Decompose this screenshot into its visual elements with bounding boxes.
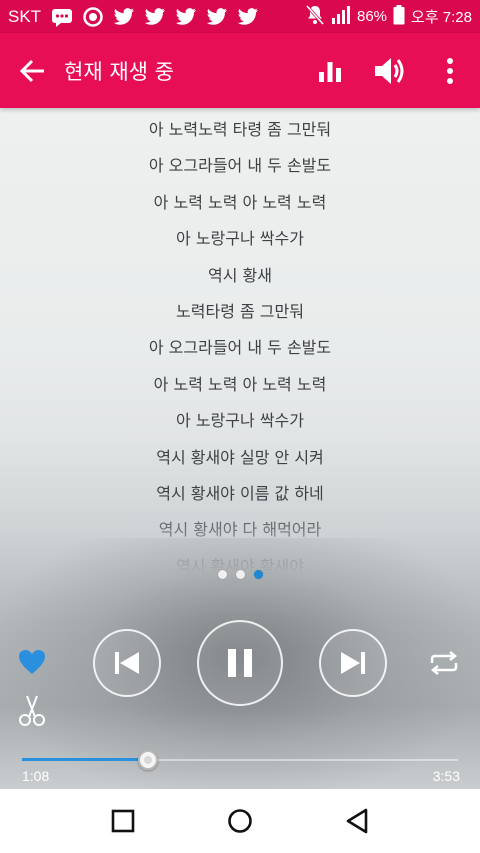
home-circle-icon (228, 809, 252, 833)
back-nav-button[interactable] (332, 796, 382, 846)
heart-icon (19, 650, 45, 674)
mute-bell-icon (305, 4, 325, 30)
navigation-bar (0, 789, 480, 853)
back-button[interactable] (0, 33, 64, 108)
favorite-button[interactable] (18, 649, 46, 675)
scissors-icon (19, 695, 45, 726)
pause-button[interactable] (197, 620, 283, 706)
back-triangle-icon (347, 808, 368, 834)
status-bar: SKT 86% 오후 7:28 (0, 0, 480, 33)
lyric-line: 역시 황새야 이름 값 하네 (156, 483, 324, 503)
equalizer-icon (319, 61, 341, 82)
signal-icon (331, 5, 351, 29)
repeat-button[interactable] (428, 650, 460, 676)
trim-button[interactable] (18, 695, 46, 727)
previous-button[interactable] (93, 629, 161, 697)
repeat-icon (430, 651, 458, 675)
back-arrow-icon (19, 59, 44, 82)
message-icon (51, 6, 73, 28)
page-title: 현재 재생 중 (64, 59, 174, 84)
target-icon (82, 6, 104, 28)
total-time: 3:53 (432, 768, 460, 784)
lyric-line: 역시 황새 (208, 265, 272, 285)
page-dot[interactable] (235, 570, 245, 579)
equalizer-button[interactable] (300, 33, 360, 108)
pause-icon (228, 649, 252, 677)
twitter-icon (237, 6, 259, 28)
lyric-line: 역시 황새야 실망 안 시켜 (156, 447, 324, 467)
recents-button[interactable] (98, 796, 148, 846)
twitter-icon (144, 6, 166, 28)
lyric-line: 아 오그라들어 내 두 손발도 (148, 338, 332, 358)
lyric-line: 노력타령 좀 그만둬 (176, 301, 304, 321)
volume-icon (375, 57, 404, 84)
page-dot[interactable] (253, 570, 263, 579)
lyric-line: 아 노력 노력 아 노력 노력 (153, 374, 327, 394)
playback-controls (0, 620, 480, 706)
skip-next-icon (341, 652, 365, 674)
twitter-icon (175, 6, 197, 28)
battery-percent: 86% (357, 8, 388, 25)
battery-icon (393, 4, 405, 29)
clock: 오후 7:28 (411, 9, 472, 26)
carrier-label: SKT (8, 6, 42, 26)
seek-bar[interactable] (22, 750, 458, 770)
player-area: 아 노력노력 타령 좀 그만둬 아 오그라들어 내 두 손발도 아 노력 노력 … (0, 108, 480, 789)
volume-button[interactable] (360, 33, 420, 108)
lyric-line: 역시 황새야 다 해먹어라 (158, 520, 322, 540)
skip-previous-icon (115, 652, 139, 674)
seek-progress (22, 758, 149, 761)
more-vert-icon (447, 57, 453, 84)
lyric-line: 아 오그라들어 내 두 손발도 (148, 156, 332, 176)
page-dot[interactable] (217, 570, 227, 579)
lyric-line: 아 노력 노력 아 노력 노력 (153, 192, 327, 212)
lyrics-panel[interactable]: 아 노력노력 타령 좀 그만둬 아 오그라들어 내 두 손발도 아 노력 노력 … (0, 112, 480, 574)
twitter-icon (206, 6, 228, 28)
current-time: 1:08 (22, 768, 50, 784)
next-button[interactable] (319, 629, 387, 697)
page-indicator (0, 570, 480, 579)
lyric-line: 아 노력노력 타령 좀 그만둬 (148, 120, 332, 139)
lyric-line: 아 노랑구나 싹수가 (176, 411, 304, 431)
recents-square-icon (111, 809, 134, 833)
lyric-line: 아 노랑구나 싹수가 (176, 229, 304, 249)
twitter-icon (113, 6, 135, 28)
more-options-button[interactable] (420, 33, 480, 108)
seek-thumb[interactable] (138, 750, 159, 770)
app-bar: 현재 재생 중 (0, 33, 480, 108)
home-button[interactable] (215, 796, 265, 846)
